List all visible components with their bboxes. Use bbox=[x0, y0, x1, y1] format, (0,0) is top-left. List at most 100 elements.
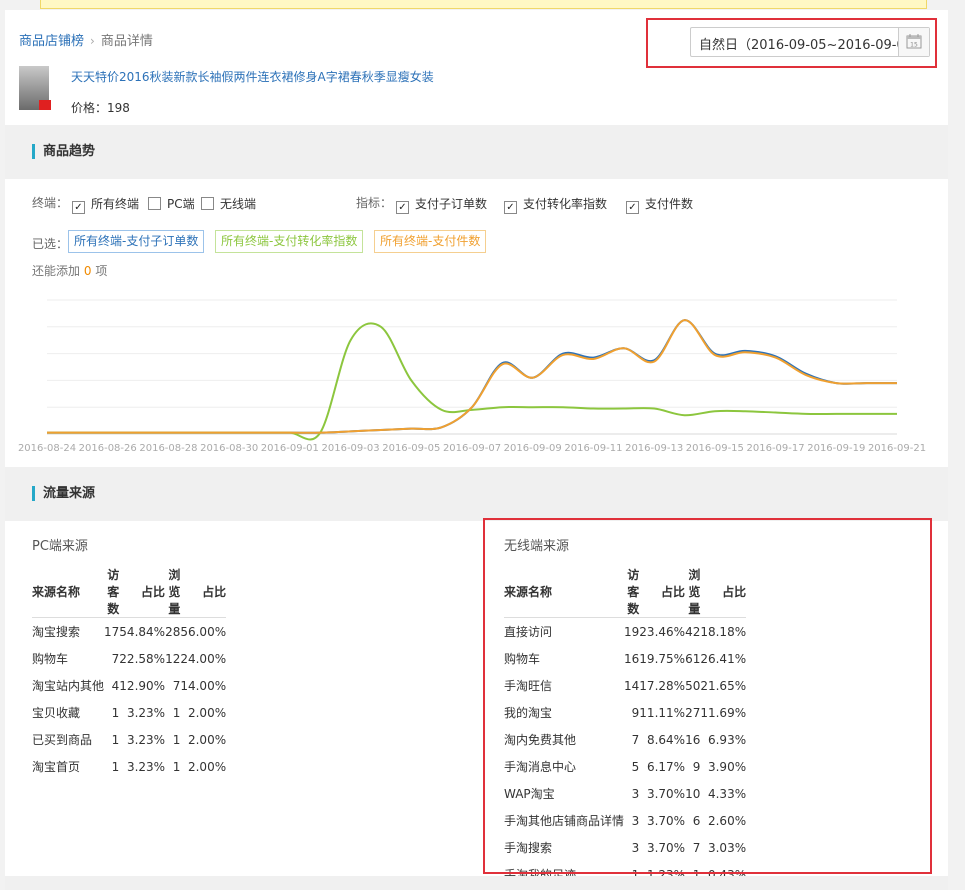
x-tick-label: 2016-09-05 bbox=[382, 443, 440, 454]
visitors-share-cell: 3.23% bbox=[126, 732, 166, 747]
visitors-cell: 1 bbox=[111, 759, 120, 774]
table-header-row: 来源名称 访客数 占比 浏览量 占比 bbox=[32, 566, 227, 618]
table-row: 淘宝站内其他 4 12.90% 7 14.00% bbox=[32, 672, 226, 699]
pageviews-share-cell: 2.00% bbox=[187, 759, 227, 774]
column-header: 访客数 bbox=[104, 566, 120, 618]
visitors-share-cell: 3.23% bbox=[126, 705, 166, 720]
pageviews-share-cell: 2.00% bbox=[187, 705, 227, 720]
traffic-section-header: 流量来源 bbox=[5, 467, 948, 521]
metric-option-items[interactable]: ✓ 支付件数 bbox=[626, 195, 693, 214]
x-tick-label: 2016-09-09 bbox=[504, 443, 562, 454]
source-name-cell: 淘宝站内其他 bbox=[32, 679, 105, 693]
visitors-cell: 7 bbox=[111, 651, 120, 666]
visitors-share-cell: 54.84% bbox=[119, 624, 166, 639]
terminal-option-pc[interactable]: PC端 bbox=[148, 195, 195, 212]
column-header: 占比 bbox=[180, 566, 227, 618]
x-tick-label: 2016-08-30 bbox=[200, 443, 258, 454]
table-row: 已买到商品 1 3.23% 1 2.00% bbox=[32, 726, 226, 753]
terminal-option-label: 所有终端 bbox=[91, 197, 140, 211]
price-value: 198 bbox=[107, 101, 130, 115]
visitors-cell: 1 bbox=[111, 732, 120, 747]
selected-tag-conversion[interactable]: 所有终端-支付转化率指数 bbox=[215, 230, 364, 253]
pageviews-cell: 1 bbox=[172, 759, 181, 774]
traffic-section-title: 流量来源 bbox=[32, 486, 95, 501]
x-tick-label: 2016-08-26 bbox=[79, 443, 137, 454]
highlight-date-range bbox=[646, 18, 937, 68]
source-name-cell: 宝贝收藏 bbox=[32, 706, 81, 720]
trend-chart[interactable]: 2016-08-24 2016-08-26 2016-08-28 2016-08-30… bbox=[5, 285, 948, 455]
source-name-cell: 淘宝搜索 bbox=[32, 625, 81, 639]
x-tick-label: 2016-09-07 bbox=[443, 443, 501, 454]
x-tick-label: 2016-09-13 bbox=[625, 443, 683, 454]
column-header: 来源名称 bbox=[32, 566, 105, 618]
checkbox-icon[interactable] bbox=[148, 197, 161, 210]
visitors-cell: 4 bbox=[111, 678, 120, 693]
chevron-right-icon: › bbox=[90, 34, 95, 48]
source-name-cell: 已买到商品 bbox=[32, 733, 93, 747]
metric-label: 指标： bbox=[356, 196, 393, 210]
product-price: 价格：198 bbox=[71, 99, 130, 116]
source-name-cell: 购物车 bbox=[32, 652, 69, 666]
checkbox-icon[interactable]: ✓ bbox=[72, 201, 85, 214]
table-row: 宝贝收藏 1 3.23% 1 2.00% bbox=[32, 699, 226, 726]
metric-option-conversion[interactable]: ✓ 支付转化率指数 bbox=[504, 195, 607, 214]
visitors-share-cell: 3.23% bbox=[126, 759, 166, 774]
terminal-option-all[interactable]: ✓ 所有终端 bbox=[72, 195, 139, 214]
x-tick-label: 2016-09-01 bbox=[261, 443, 319, 454]
visitors-cell: 17 bbox=[104, 624, 120, 639]
pageviews-cell: 7 bbox=[172, 678, 181, 693]
selected-tag-suborders[interactable]: 所有终端-支付子订单数 bbox=[68, 230, 205, 253]
source-name-cell: 淘宝首页 bbox=[32, 760, 81, 774]
checkbox-icon[interactable] bbox=[201, 197, 214, 210]
x-tick-label: 2016-08-28 bbox=[139, 443, 197, 454]
column-header: 占比 bbox=[119, 566, 166, 618]
terminal-option-label: 无线端 bbox=[220, 197, 257, 211]
column-header: 浏览量 bbox=[165, 566, 181, 618]
series-line-suborders[interactable] bbox=[47, 319, 897, 434]
series-line-conversion[interactable] bbox=[47, 322, 897, 441]
pageviews-share-cell: 2.00% bbox=[187, 732, 227, 747]
pc-source-table: 来源名称 访客数 占比 浏览量 占比 淘宝搜索 17 54.84% 28 56.00% 购… bbox=[32, 566, 227, 781]
quota-suffix: 项 bbox=[95, 264, 108, 278]
breadcrumb-root-link[interactable]: 商品店铺榜 bbox=[19, 34, 84, 49]
product-title-link[interactable]: 天天特价2016秋装新款长袖假两件连衣裙修身A字裙春秋季显瘦女装 bbox=[71, 68, 434, 85]
metric-option-label: 支付件数 bbox=[645, 197, 694, 211]
terminal-label: 终端： bbox=[32, 196, 69, 210]
pc-source-title: PC端来源 bbox=[32, 539, 88, 554]
pageviews-share-cell: 56.00% bbox=[180, 624, 227, 639]
promo-badge bbox=[39, 100, 51, 110]
quota-text: 还能添加 0 项 bbox=[32, 262, 107, 279]
x-tick-label: 2016-09-11 bbox=[564, 443, 622, 454]
x-tick-label: 2016-09-17 bbox=[747, 443, 805, 454]
x-tick-label: 2016-09-03 bbox=[322, 443, 380, 454]
selected-label: 已选： bbox=[32, 237, 69, 251]
x-tick-label: 2016-09-15 bbox=[686, 443, 744, 454]
table-row: 淘宝首页 1 3.23% 1 2.00% bbox=[32, 753, 226, 780]
breadcrumb-current: 商品详情 bbox=[100, 34, 153, 49]
pageviews-cell: 1 bbox=[172, 705, 181, 720]
terminal-option-wireless[interactable]: 无线端 bbox=[201, 195, 256, 212]
metric-option-suborders[interactable]: ✓ 支付子订单数 bbox=[396, 195, 487, 214]
checkbox-icon[interactable]: ✓ bbox=[396, 201, 409, 214]
x-tick-label: 2016-08-24 bbox=[18, 443, 76, 454]
checkbox-icon[interactable]: ✓ bbox=[626, 201, 639, 214]
terminal-option-label: PC端 bbox=[167, 197, 195, 211]
visitors-share-cell: 22.58% bbox=[119, 651, 166, 666]
product-thumbnail[interactable] bbox=[19, 66, 51, 110]
table-row: 淘宝搜索 17 54.84% 28 56.00% bbox=[32, 618, 226, 646]
checkbox-icon[interactable]: ✓ bbox=[504, 201, 517, 214]
visitors-cell: 1 bbox=[111, 705, 120, 720]
series-line-items[interactable] bbox=[47, 319, 897, 434]
pageviews-cell: 1 bbox=[172, 732, 181, 747]
table-row: 购物车 7 22.58% 12 24.00% bbox=[32, 645, 226, 672]
visitors-share-cell: 12.90% bbox=[119, 678, 166, 693]
price-label: 价格： bbox=[71, 101, 108, 115]
pageviews-share-cell: 24.00% bbox=[180, 651, 227, 666]
x-tick-label: 2016-09-19 bbox=[807, 443, 865, 454]
x-tick-label: 2016-09-21 bbox=[868, 443, 926, 454]
pc-source-rows: 淘宝搜索 17 54.84% 28 56.00% 购物车 7 22.58% 12 24.00% 淘宝… bbox=[32, 618, 226, 781]
selected-tag-items[interactable]: 所有终端-支付件数 bbox=[374, 230, 487, 253]
pageviews-cell: 28 bbox=[165, 624, 181, 639]
bottom-strip bbox=[5, 876, 948, 890]
trend-section-title: 商品趋势 bbox=[32, 144, 95, 159]
